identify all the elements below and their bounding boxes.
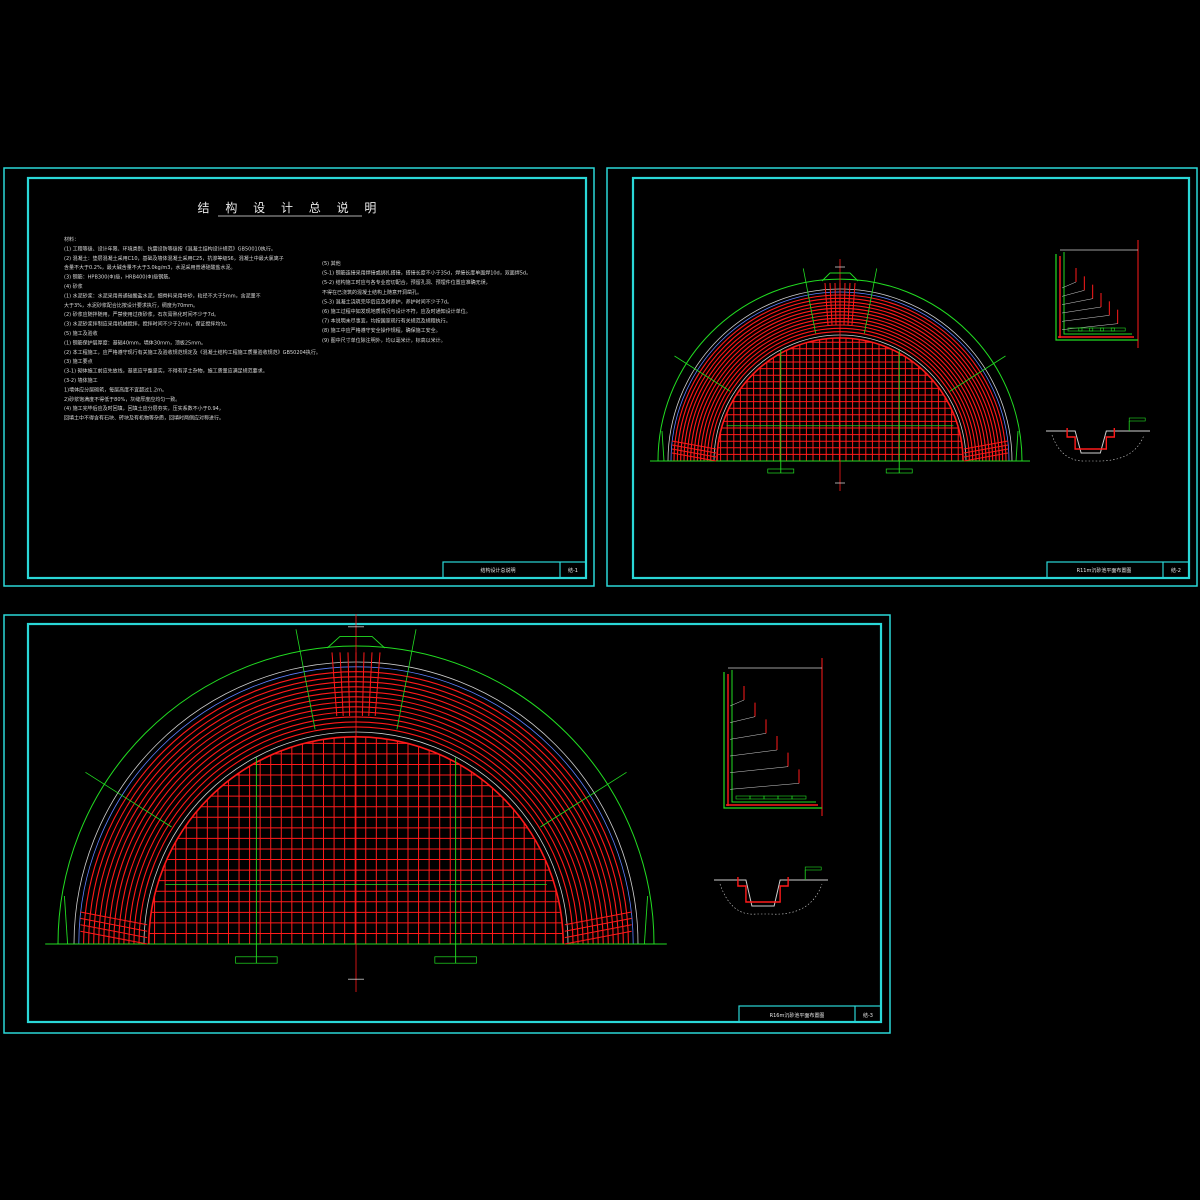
note-line: (5) 施工及验收 xyxy=(64,330,98,337)
sheet-general-notes: 结构设计总说明 结-1 结 构 设 计 总 说 明 材料： (1) 工程等级、设计… xyxy=(3,167,595,587)
note-line: (5-1) 钢筋连接采用焊接或绑扎搭接，搭接长度不小于35d，焊接长度单面焊10… xyxy=(322,270,531,277)
crown-bar xyxy=(331,652,338,717)
note-line: (8) 施工中应严格遵守安全操作规程，确保施工安全。 xyxy=(322,327,441,334)
section-leader xyxy=(729,716,756,723)
section-leader xyxy=(729,766,789,773)
sheet-plan-large: R16m沉砂池平面布置图 结-3 xyxy=(3,614,891,1034)
note-line: (3-2) 墙体施工 xyxy=(64,377,98,384)
end-flange xyxy=(1015,430,1019,462)
section-leader xyxy=(1061,315,1110,322)
section-outline-inner xyxy=(731,670,816,803)
sheet1-title-name: 结构设计总说明 xyxy=(480,567,515,574)
note-line: (7) 本说明未尽事宜，均按国家现行有关规范及规程执行。 xyxy=(322,318,451,325)
trench-fill xyxy=(719,883,823,915)
section-leader xyxy=(1061,290,1085,297)
note-line: (5-3) 混凝土浇筑完毕后应及时养护，养护时间不少于7d。 xyxy=(322,298,452,305)
sheet1-inner-border xyxy=(26,176,588,580)
section-label-box xyxy=(1110,327,1126,332)
note-line: (5) 其他 xyxy=(322,260,341,267)
trench-label-box xyxy=(804,866,822,871)
leader-line xyxy=(540,771,627,828)
trench-section-small xyxy=(1046,417,1150,462)
notes-left-column: 材料： (1) 工程等级、设计年限、环境类别、抗震设防等级按《混凝土结构设计规范》… xyxy=(64,236,321,422)
leader-line xyxy=(396,629,417,730)
trench-fill xyxy=(1051,434,1145,462)
note-line: 1)墙体应分层砌筑，每层高度不宜超过1.2m。 xyxy=(64,386,167,393)
section-leader xyxy=(729,783,800,790)
section-label-box xyxy=(1100,327,1115,332)
wall-section-small xyxy=(1055,240,1139,348)
sheet3-inner-border xyxy=(26,622,883,1024)
note-line: (5-2) 结构施工时应与各专业密切配合，预留孔洞、预埋件位置应准确无误， xyxy=(322,279,491,286)
notes-right-column: (5) 其他 (5-1) 钢筋连接采用焊接或绑扎搭接，搭接长度不小于35d，焊接… xyxy=(322,260,531,344)
trench-rebar xyxy=(737,877,789,903)
dome-plan-small xyxy=(650,259,1030,491)
sheet2-title-name: R11m沉砂池平面布置图 xyxy=(1077,567,1132,574)
leader-line xyxy=(949,355,1006,392)
note-line: 2)砂浆饱满度不得低于80%，灰缝厚度应均匀一致。 xyxy=(64,396,180,403)
note-line: (3) 钢筋：HPB300(Φ)级，HRB400(Φ)级钢筋。 xyxy=(64,274,173,281)
note-line: (6) 施工过程中如发现地质情况与设计不符，应及时通知设计单位。 xyxy=(322,308,471,315)
section-label-box xyxy=(1089,327,1104,332)
end-bar xyxy=(564,911,632,926)
sheet-plan-small: R11m沉砂池平面布置图 结-2 xyxy=(606,167,1198,587)
trench-label-box xyxy=(1128,417,1146,422)
section-label-box xyxy=(749,795,765,800)
note-line: (1) 工程等级、设计年限、环境类别、抗震设防等级按《混凝土结构设计规范》GB5… xyxy=(64,245,276,252)
note-line: (2) 本工程施工，应严格遵守现行有关施工及验收规范规定及《混凝土结构工程施工质… xyxy=(64,349,321,356)
section-outline xyxy=(1055,254,1138,341)
leader-line xyxy=(674,355,731,392)
sheet1-outer-border xyxy=(3,167,595,587)
section-leader xyxy=(1061,298,1093,305)
end-flange xyxy=(661,430,665,462)
cad-drawing-canvas: 结构设计总说明 结-1 结 构 设 计 总 说 明 材料： (1) 工程等级、设计… xyxy=(3,167,1198,1034)
note-line: (3) 施工要点 xyxy=(64,358,93,365)
note-line: 材料： xyxy=(64,236,79,243)
note-line: (1) 钢筋保护层厚度：基础40mm，墙体30mm，顶板25mm。 xyxy=(64,339,206,346)
note-line: (3-1) 砌体施工前应先放线，基底应平整坚实，不得有浮土杂物，施工质量应满足规… xyxy=(64,368,268,375)
note-line: 不得在已浇筑的混凝土结构上随意开洞凿孔。 xyxy=(322,289,422,296)
end-bar xyxy=(80,911,148,926)
section-label-box xyxy=(763,795,779,800)
note-line: (4) 施工完毕后应及时回填，回填土应分层夯实，压实系数不小于0.94， xyxy=(64,405,224,412)
sheet3-title-number: 结-3 xyxy=(863,1012,873,1019)
section-label-box xyxy=(735,795,751,800)
sheet2-outer-border xyxy=(606,167,1198,587)
notes-heading: 结 构 设 计 总 说 明 xyxy=(198,200,383,215)
note-line: 大于3%，水泥砂浆配合比按设计要求执行，稠度为70mm。 xyxy=(64,302,198,309)
section-label-box xyxy=(1078,327,1094,332)
note-line: 回填土中不得含有石块、砖块及有机物等杂质，回填时两侧应对称进行。 xyxy=(64,415,224,422)
trench-section-large xyxy=(714,866,828,915)
note-line: (2) 砂浆应随拌随用，严禁使用过夜砂浆，石灰膏熟化时间不少于7d。 xyxy=(64,311,219,318)
note-line: (4) 砂浆 xyxy=(64,283,83,290)
note-line: (3) 水泥砂浆拌制应采用机械搅拌，搅拌时间不少于2min，保证搅拌均匀。 xyxy=(64,321,230,328)
section-label-box xyxy=(777,795,793,800)
wall-section-large xyxy=(723,658,823,816)
section-label-box xyxy=(791,795,807,800)
dome-plan-large xyxy=(45,614,667,992)
end-flange xyxy=(643,895,649,945)
section-leader xyxy=(1061,306,1102,314)
sheet1-title-number: 结-1 xyxy=(568,567,578,574)
leader-line xyxy=(295,629,316,730)
leader-line xyxy=(85,771,172,828)
sheet3-outer-border xyxy=(3,614,891,1034)
section-outline xyxy=(723,672,822,809)
note-line: 含量不大于0.2%，最大碱含量不大于3.0kg/m3，水泥采用普通硅酸盐水泥。 xyxy=(64,264,235,271)
section-leader xyxy=(729,733,767,740)
sheet2-title-number: 结-2 xyxy=(1171,567,1181,574)
end-flange xyxy=(63,895,69,945)
note-line: (9) 图中尺寸单位除注明外，均以毫米计，标高以米计。 xyxy=(322,337,446,344)
section-leader xyxy=(729,749,778,757)
crown-bar xyxy=(374,652,381,717)
note-line: (2) 混凝土：垫层混凝土采用C10，基础及墙体混凝土采用C25，抗渗等级S6，… xyxy=(64,255,284,262)
sheet3-title-name: R16m沉砂池平面布置图 xyxy=(770,1012,825,1019)
note-line: (1) 水泥砂浆：水泥采用普通硅酸盐水泥，细骨料采用中砂，粒径不大于5mm，含泥… xyxy=(64,292,261,299)
